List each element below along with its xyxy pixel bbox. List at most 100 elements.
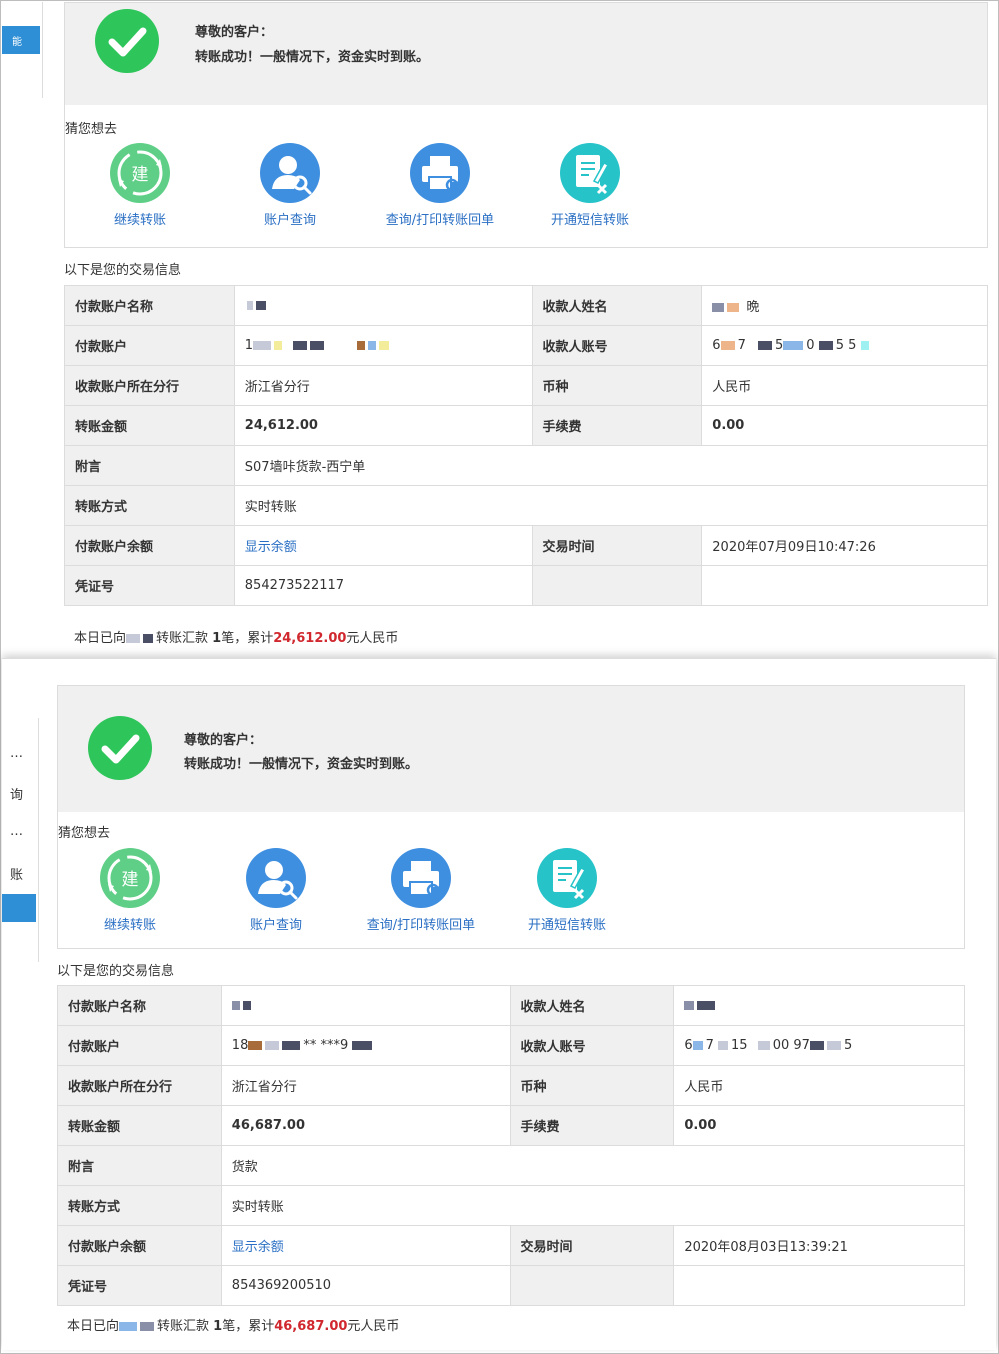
payer-account-text: 1	[244, 338, 254, 353]
empty-label-cell	[531, 565, 703, 606]
continue-transfer-icon: 建	[110, 143, 170, 203]
guess-title: 猜您想去	[65, 122, 118, 137]
summary-prefix: 本日已向	[74, 631, 127, 646]
success-check-icon	[88, 716, 152, 780]
side-nav-border	[42, 2, 43, 98]
voucher-value: 854369200510	[220, 1265, 511, 1306]
currency-label: 币种	[531, 365, 703, 406]
voucher-label: 凭证号	[57, 1265, 222, 1306]
acct-part: 0	[806, 338, 815, 353]
method-value: 实时转账	[220, 1185, 966, 1226]
table-row: 转账金额 24,612.00 手续费 0.00	[64, 405, 988, 446]
fee-label: 手续费	[509, 1105, 675, 1146]
payer-account-value: 1	[233, 325, 533, 366]
payee-account-label: 收款人账号	[531, 325, 703, 366]
print-receipt-link[interactable]: 查询/打印转账回单	[360, 143, 520, 228]
banner-message: 转账成功！一般情况下，资金实时到账。	[195, 50, 430, 65]
table-row: 付款账户名称 收款人姓名 晩	[64, 285, 988, 326]
success-banner: 尊敬的客户： 转账成功！一般情况下，资金实时到账。	[64, 2, 988, 106]
banner-greeting: 尊敬的客户：	[195, 25, 274, 40]
continue-transfer-icon: 建	[100, 848, 160, 908]
side-nav-fragment[interactable]: …	[10, 824, 23, 839]
acct-part: 15	[731, 1038, 748, 1053]
acct-part: 6	[712, 338, 721, 353]
balance-label: 付款账户余额	[64, 525, 235, 566]
table-row: 凭证号 854369200510	[57, 1265, 965, 1306]
method-label: 转账方式	[57, 1185, 222, 1226]
guess-title: 猜您想去	[58, 826, 111, 841]
payee-name-label: 收款人姓名	[509, 985, 675, 1026]
account-query-icon	[246, 848, 306, 908]
acct-part: 7	[705, 1038, 714, 1053]
balance-label: 付款账户余额	[57, 1225, 222, 1266]
printer-icon	[410, 143, 470, 203]
guess-panel: 猜您想去 建 继续转账 账户查询 查询/打印转账回单 开通短信转账	[64, 105, 988, 248]
empty-value-cell	[673, 1265, 965, 1306]
continue-transfer-label: 继续转账	[113, 213, 166, 228]
table-row: 转账金额 46,687.00 手续费 0.00	[57, 1105, 965, 1146]
print-receipt-label: 查询/打印转账回单	[366, 918, 476, 933]
side-nav-fragment[interactable]: 账	[10, 864, 23, 883]
account-query-link[interactable]: 账户查询	[196, 848, 356, 933]
payer-account-text: 18	[231, 1038, 249, 1053]
table-row: 付款账户余额 显示余额 交易时间 2020年08月03日13:39:21	[57, 1225, 965, 1266]
summary-amount: 24,612.00	[273, 631, 347, 646]
acct-part: 7	[737, 338, 746, 353]
account-query-link[interactable]: 账户查询	[210, 143, 370, 228]
side-nav-item-active[interactable]	[2, 894, 36, 922]
method-value: 实时转账	[233, 485, 989, 526]
print-receipt-link[interactable]: 查询/打印转账回单	[341, 848, 501, 933]
amount-label: 转账金额	[57, 1105, 222, 1146]
table-row: 收款账户所在分行 浙江省分行 币种 人民币	[57, 1065, 965, 1106]
payee-name-label: 收款人姓名	[531, 285, 703, 326]
payer-account-label: 付款账户	[57, 1025, 222, 1066]
memo-label: 附言	[57, 1145, 222, 1186]
acct-part: 5	[843, 1038, 853, 1053]
balance-cell: 显示余额	[220, 1225, 511, 1266]
continue-transfer-link[interactable]: 建 继续转账	[50, 848, 210, 933]
summary-middle: 转账汇款	[156, 631, 213, 646]
side-nav-item-active[interactable]: 能	[2, 26, 40, 54]
currency-label: 币种	[509, 1065, 675, 1106]
sms-transfer-link[interactable]: 开通短信转账	[487, 848, 647, 933]
acct-part: 5 5	[835, 338, 857, 353]
currency-value: 人民币	[701, 365, 988, 406]
show-balance-link[interactable]: 显示余额	[232, 1240, 284, 1255]
success-check-icon	[95, 9, 159, 73]
summary-amount: 46,687.00	[274, 1319, 348, 1334]
table-row: 付款账户名称 收款人姓名	[57, 985, 965, 1026]
voucher-value: 854273522117	[233, 565, 533, 606]
branch-label: 收款账户所在分行	[57, 1065, 222, 1106]
table-row: 附言 货款	[57, 1145, 966, 1186]
sms-transfer-icon	[537, 848, 597, 908]
side-nav-border	[38, 718, 39, 962]
success-banner: 尊敬的客户： 转账成功！一般情况下，资金实时到账。	[57, 685, 965, 813]
print-receipt-label: 查询/打印转账回单	[385, 213, 495, 228]
summary-count-unit: 笔，累计	[221, 631, 274, 646]
currency-value: 人民币	[673, 1065, 965, 1106]
banner-greeting: 尊敬的客户：	[184, 733, 263, 748]
show-balance-link[interactable]: 显示余额	[245, 540, 297, 555]
branch-value: 浙江省分行	[233, 365, 533, 406]
summary-count-unit: 笔，累计	[222, 1319, 275, 1334]
memo-value: S07墙咔货款-西宁单	[233, 445, 989, 486]
time-label: 交易时间	[509, 1225, 675, 1266]
side-nav-fragment[interactable]: 询	[10, 784, 23, 803]
time-value: 2020年07月09日10:47:26	[701, 525, 988, 566]
table-row: 收款账户所在分行 浙江省分行 币种 人民币	[64, 365, 988, 406]
table-row: 转账方式 实时转账	[57, 1185, 966, 1226]
side-nav-fragment[interactable]: …	[10, 746, 23, 761]
voucher-label: 凭证号	[64, 565, 235, 606]
payee-account-value: 6 7 5 0 5 5	[701, 325, 988, 366]
details-title: 以下是您的交易信息	[64, 263, 182, 278]
amount-value: 24,612.00	[233, 405, 533, 446]
acct-part: 5	[774, 338, 784, 353]
banner-message: 转账成功！一般情况下，资金实时到账。	[184, 757, 419, 772]
fee-label: 手续费	[531, 405, 703, 446]
continue-transfer-link[interactable]: 建 继续转账	[60, 143, 220, 228]
sms-transfer-link[interactable]: 开通短信转账	[510, 143, 670, 228]
payer-account-value: 18 ** ***9	[220, 1025, 511, 1066]
payee-account-value: 67 15 00 97 5	[673, 1025, 965, 1066]
summary-suffix: 元人民币	[346, 631, 399, 646]
acct-part: 6	[684, 1038, 693, 1053]
